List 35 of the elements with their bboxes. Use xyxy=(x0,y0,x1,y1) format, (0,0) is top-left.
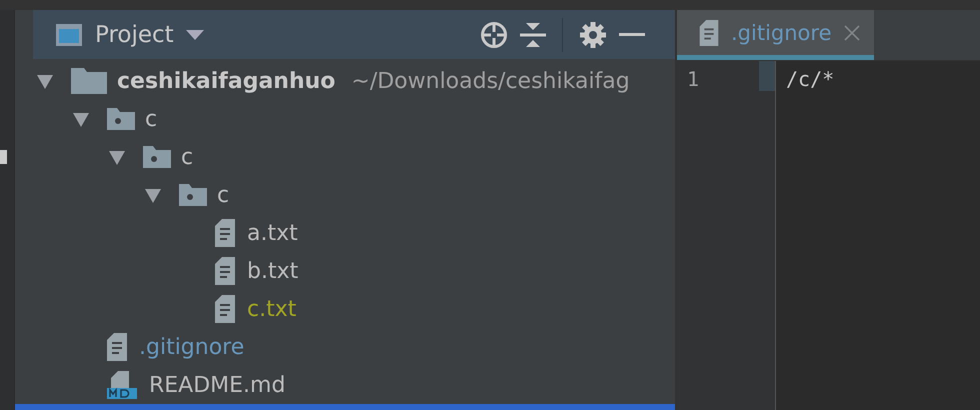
project-name[interactable]: ceshikaifaganhuo xyxy=(117,68,336,94)
folder-icon xyxy=(179,184,207,206)
minimize-icon[interactable] xyxy=(619,32,645,37)
markdown-file-icon xyxy=(107,371,137,400)
expand-toggle-icon[interactable] xyxy=(37,73,53,90)
file-name[interactable]: README.md xyxy=(149,372,286,398)
folder-icon xyxy=(143,146,171,168)
code-line: /c/* xyxy=(786,67,834,91)
project-path: ~/Downloads/ceshikaifag xyxy=(351,68,630,94)
file-name[interactable]: b.txt xyxy=(247,258,298,284)
file-name[interactable]: .gitignore xyxy=(139,334,244,360)
text-file-icon xyxy=(699,20,719,46)
expand-toggle-icon[interactable] xyxy=(73,111,89,128)
dropdown-caret-icon[interactable] xyxy=(186,30,204,40)
folder-name[interactable]: c xyxy=(145,106,158,132)
expand-toggle-icon[interactable] xyxy=(109,149,125,166)
text-file-icon xyxy=(215,219,235,248)
folder-name[interactable]: c xyxy=(217,182,230,208)
expand-toggle-icon[interactable] xyxy=(145,187,161,204)
panel-title[interactable]: Project xyxy=(95,22,174,48)
line-number: 1 xyxy=(687,67,700,91)
window-icon xyxy=(55,22,83,47)
settings-icon[interactable] xyxy=(579,20,607,49)
folder-icon xyxy=(107,108,135,130)
text-file-icon xyxy=(107,333,127,362)
file-name[interactable]: c.txt xyxy=(247,296,296,322)
close-icon[interactable] xyxy=(844,24,860,40)
folder-icon xyxy=(71,68,107,94)
text-file-icon xyxy=(215,257,235,286)
folder-name[interactable]: c xyxy=(181,144,194,170)
file-name[interactable]: a.txt xyxy=(247,220,298,246)
text-file-icon xyxy=(215,295,235,324)
crosshair-icon[interactable] xyxy=(480,20,508,49)
collapse-all-icon[interactable] xyxy=(520,20,546,49)
current-line-highlight xyxy=(759,61,775,91)
